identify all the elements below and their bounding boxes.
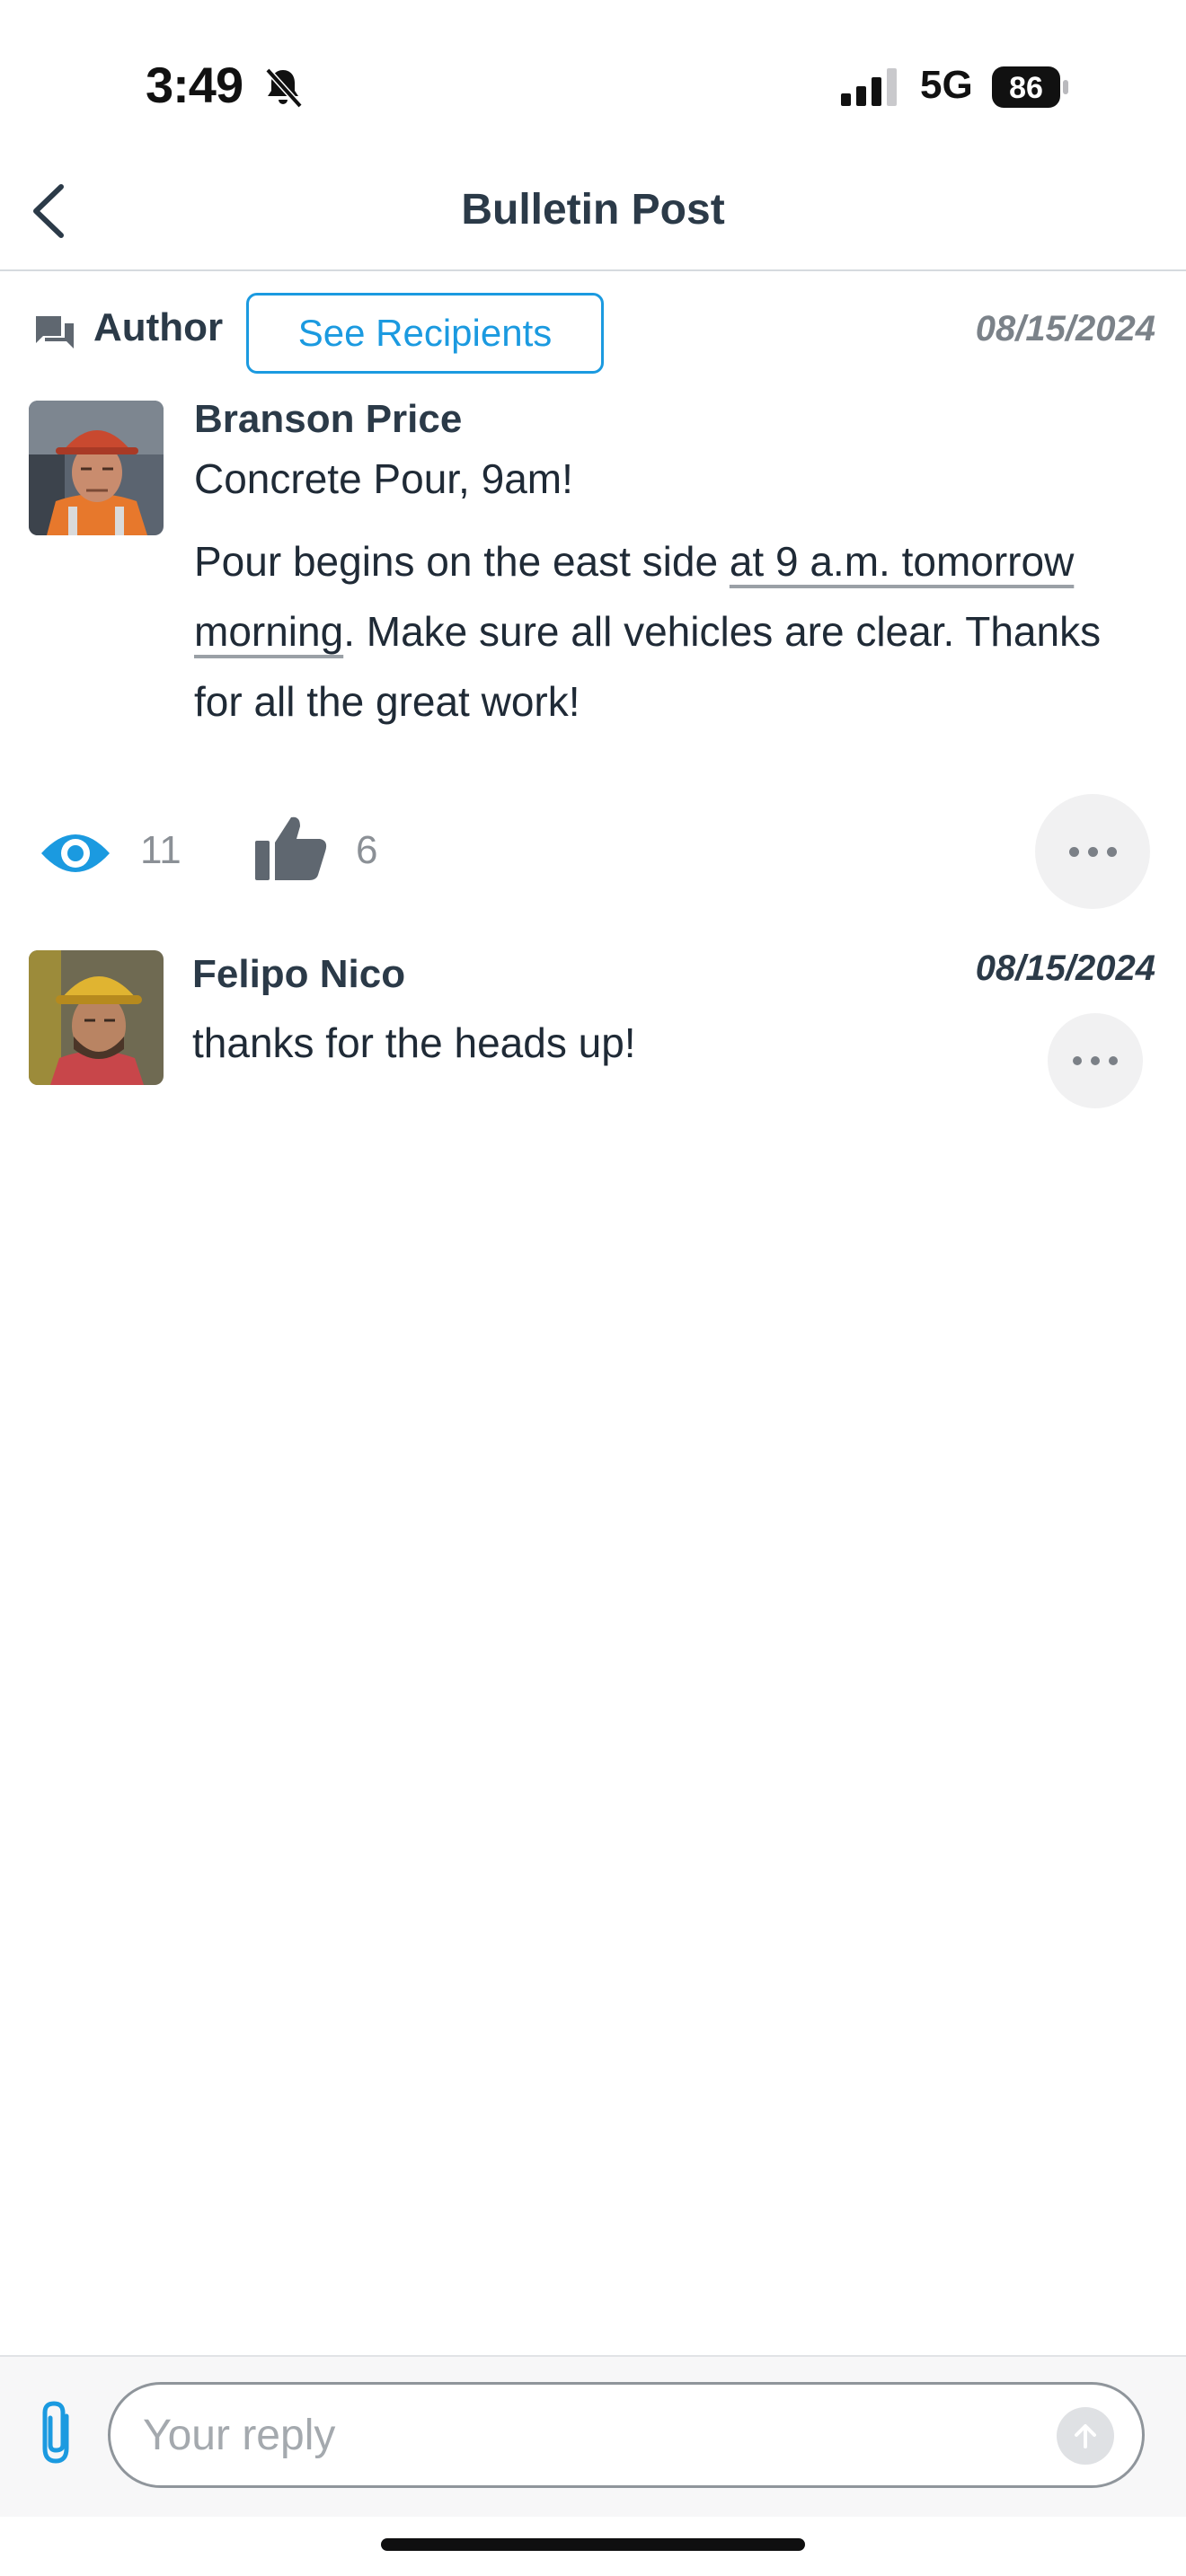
comment-date: 08/15/2024	[975, 948, 1155, 988]
dot	[1068, 846, 1079, 857]
send-button[interactable]	[1057, 2407, 1114, 2465]
header-divider	[0, 269, 1186, 271]
avatar[interactable]	[29, 401, 164, 535]
dot	[1087, 846, 1098, 857]
comment-more-button[interactable]	[1048, 1013, 1143, 1108]
likes-count: 6	[356, 828, 378, 872]
thumbs-up-icon[interactable]	[253, 814, 329, 882]
avatar[interactable]	[29, 950, 164, 1085]
author-label: Author	[93, 305, 224, 349]
author-avatar-image	[29, 401, 164, 535]
bell-slash-icon	[261, 65, 305, 110]
post-date: 08/15/2024	[975, 309, 1155, 348]
views-count: 11	[140, 828, 181, 872]
dot	[1091, 1056, 1100, 1065]
see-recipients-button[interactable]: See Recipients	[246, 293, 604, 374]
eye-icon[interactable]	[40, 826, 111, 880]
dot	[1109, 1056, 1118, 1065]
comment-text: thanks for the heads up!	[192, 1019, 636, 1066]
post-body: Pour begins on the east side at 9 a.m. t…	[194, 526, 1155, 737]
post-subject: Concrete Pour, 9am!	[194, 455, 573, 502]
post-more-button[interactable]	[1035, 794, 1150, 909]
home-indicator	[381, 2538, 805, 2551]
dot	[1073, 1056, 1082, 1065]
network-type: 5G	[920, 63, 973, 107]
post-author-name[interactable]: Branson Price	[194, 397, 462, 442]
paperclip-icon[interactable]	[36, 2400, 77, 2466]
commenter-avatar-image	[29, 950, 164, 1085]
dot	[1106, 846, 1117, 857]
page-title: Bulletin Post	[461, 186, 725, 234]
reply-input[interactable]	[108, 2382, 1145, 2488]
signal-icon	[839, 68, 902, 106]
comment-author-name[interactable]: Felipo Nico	[192, 952, 405, 997]
battery-icon: 86	[992, 66, 1069, 108]
status-time: 3:49	[146, 57, 243, 113]
chat-bubbles-icon	[32, 313, 77, 356]
battery-level: 86	[1009, 71, 1043, 105]
arrow-up-icon	[1075, 2424, 1096, 2448]
post-body-text: Pour begins on the east side	[194, 538, 730, 585]
